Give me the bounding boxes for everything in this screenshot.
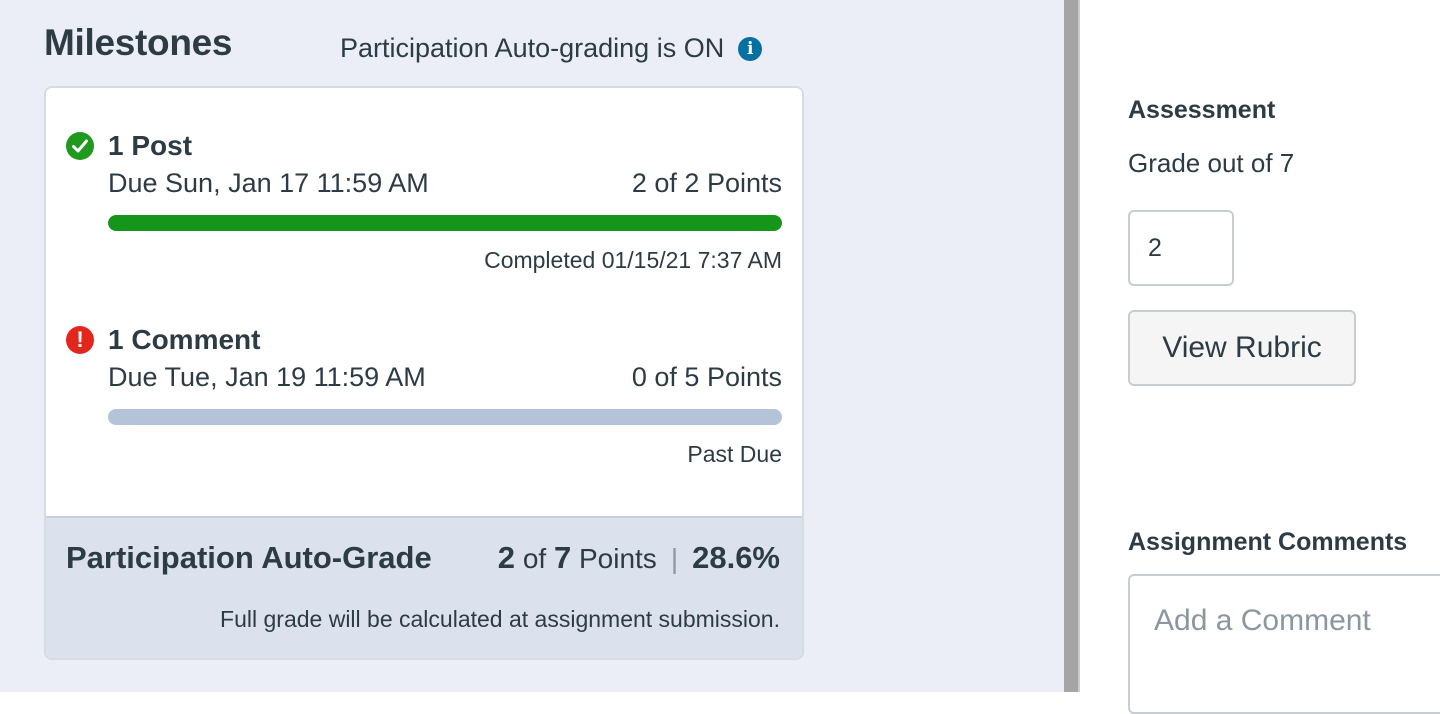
auto-grade-of: of bbox=[522, 543, 547, 574]
grading-sidebar: Assessment Grade out of 7 View Rubric As… bbox=[1080, 0, 1440, 714]
autograde-status-text: Participation Auto-grading is ON bbox=[340, 33, 725, 63]
milestone-points: 2 of 2 Points bbox=[631, 168, 782, 198]
milestone-due-date: Due Tue, Jan 19 11:59 AM bbox=[108, 362, 426, 392]
milestones-card: 1 Post Due Sun, Jan 17 11:59 AM 2 of 2 P… bbox=[44, 86, 804, 660]
milestone-item-comment: ! 1 Comment Due Tue, Jan 19 11:59 AM 0 o… bbox=[66, 322, 782, 468]
milestone-status-past-due: Past Due bbox=[687, 441, 782, 467]
assignment-comments-label: Assignment Comments bbox=[1128, 528, 1408, 556]
milestone-item-post: 1 Post Due Sun, Jan 17 11:59 AM 2 of 2 P… bbox=[66, 128, 782, 274]
milestone-progress-bar bbox=[108, 409, 782, 425]
auto-grade-summary: Participation Auto-Grade 2 of 7 Points | 2… bbox=[46, 516, 802, 658]
grade-out-of-text: Grade out of 7 bbox=[1128, 148, 1295, 178]
milestone-completed-date: Completed 01/15/21 7:37 AM bbox=[484, 247, 782, 273]
auto-grade-score: 2 of 7 Points | 28.6% bbox=[498, 540, 780, 576]
milestone-points: 0 of 5 Points bbox=[631, 362, 782, 392]
comment-textarea[interactable] bbox=[1128, 574, 1440, 714]
info-icon[interactable]: i bbox=[738, 36, 763, 61]
auto-grade-percent: 28.6% bbox=[692, 540, 780, 575]
assessment-label: Assessment bbox=[1128, 96, 1276, 124]
check-circle-icon bbox=[66, 132, 94, 160]
auto-grade-total: 7 bbox=[553, 540, 572, 575]
error-circle-icon: ! bbox=[66, 326, 94, 354]
auto-grade-points-word: Points bbox=[578, 543, 657, 574]
score-separator: | bbox=[670, 543, 679, 574]
milestone-progress-fill bbox=[108, 215, 782, 231]
milestone-due-date: Due Sun, Jan 17 11:59 AM bbox=[108, 168, 429, 198]
autograde-status: Participation Auto-grading is ON i bbox=[340, 33, 763, 64]
auto-grade-note: Full grade will be calculated at assignm… bbox=[220, 606, 780, 632]
grade-input[interactable] bbox=[1128, 210, 1234, 286]
auto-grade-title: Participation Auto-Grade bbox=[66, 540, 432, 575]
view-rubric-button[interactable]: View Rubric bbox=[1128, 310, 1356, 386]
milestone-name: 1 Comment bbox=[108, 324, 261, 355]
milestones-title: Milestones bbox=[44, 22, 233, 63]
panel-resize-handle[interactable] bbox=[1064, 0, 1080, 692]
milestone-name: 1 Post bbox=[108, 130, 193, 161]
milestones-panel: Milestones Participation Auto-grading is… bbox=[0, 0, 1064, 692]
auto-grade-earned: 2 bbox=[497, 540, 516, 575]
milestone-progress-bar bbox=[108, 215, 782, 231]
